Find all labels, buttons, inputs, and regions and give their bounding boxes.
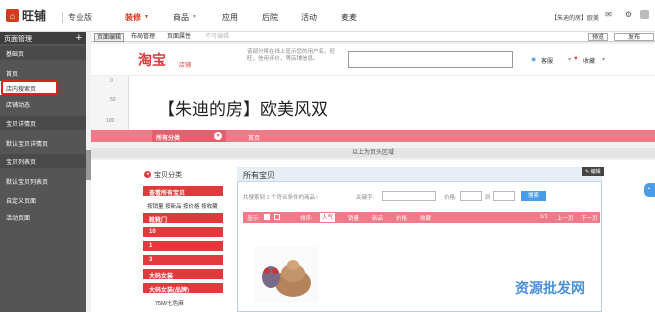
logo[interactable]: ⌂ 旺铺 bbox=[6, 7, 46, 24]
chevron-down-icon: ▼ bbox=[214, 132, 222, 140]
sidebar-item-custom[interactable]: 自定义页面 bbox=[0, 193, 86, 207]
search-input[interactable] bbox=[348, 51, 513, 68]
list-view-icon[interactable] bbox=[274, 214, 280, 220]
sidebar-group-list[interactable]: 宝贝列表页 bbox=[0, 154, 86, 168]
nav-goods[interactable]: 商品 bbox=[173, 12, 189, 23]
taobao-logo-sub: 店铺 bbox=[179, 63, 192, 69]
nav-maimai[interactable]: 麦麦 bbox=[341, 12, 357, 23]
item-list-title: 所有宝贝 bbox=[243, 171, 275, 180]
home-icon: ⌂ bbox=[6, 9, 19, 22]
heart-icon: ♥ bbox=[574, 56, 578, 62]
publish-button[interactable]: 发布 bbox=[614, 33, 654, 41]
nav-backyard[interactable]: 后院 bbox=[262, 12, 278, 23]
price-to-label: 到 bbox=[485, 195, 491, 201]
sort-new[interactable]: 新品 bbox=[372, 214, 383, 222]
category-item[interactable]: 大码女装 bbox=[143, 269, 223, 280]
header-separator: 以上为页头区域 bbox=[91, 148, 655, 158]
sidebar-item-home[interactable]: 首页 bbox=[0, 66, 86, 80]
keyword-input[interactable] bbox=[382, 191, 436, 201]
nav-activity[interactable]: 活动 bbox=[301, 12, 317, 23]
sidebar-group-base[interactable]: 基础页 bbox=[0, 46, 86, 60]
sort-sales[interactable]: 销量 bbox=[348, 214, 359, 222]
nav-home-link[interactable]: 首页 bbox=[248, 133, 260, 142]
sidebar-item-dynamics[interactable]: 店铺动态 bbox=[0, 97, 86, 111]
ruler-label: 100 bbox=[106, 118, 115, 124]
nav-apps[interactable]: 应用 bbox=[222, 12, 238, 23]
item-list-header bbox=[237, 167, 602, 182]
sidebar-group-detail[interactable]: 宝贝详情页 bbox=[0, 116, 86, 130]
category-item[interactable]: 1 bbox=[143, 241, 223, 251]
page-indicator: 1/1 bbox=[540, 214, 548, 220]
sort-popularity[interactable]: 人气 bbox=[320, 213, 336, 222]
prev-page-link[interactable]: 上一页 bbox=[557, 214, 574, 222]
watermark: 资源批发网 bbox=[515, 280, 585, 296]
tab-disabled: 不可编辑 bbox=[205, 34, 230, 40]
view-all-button[interactable]: 查看所有宝贝 bbox=[143, 186, 223, 197]
category-icon: ◂ bbox=[144, 171, 151, 178]
service-link[interactable]: 客服 bbox=[541, 56, 553, 65]
view-label: 显示: bbox=[247, 216, 260, 222]
edition-label: 专业版 bbox=[62, 12, 92, 23]
product-image[interactable] bbox=[253, 247, 319, 303]
gear-icon[interactable]: ⚙ bbox=[624, 10, 633, 19]
sort-price[interactable]: 价格 bbox=[396, 214, 407, 222]
grid-view-icon[interactable] bbox=[264, 214, 270, 220]
category-menu[interactable]: 所有分类 ▼ bbox=[152, 130, 226, 142]
chevron-down-icon: ▾ bbox=[568, 57, 572, 63]
user-name[interactable]: 【朱迪的房】欧美 bbox=[551, 13, 599, 22]
selection-highlight bbox=[1, 80, 58, 95]
category-item[interactable]: 大码女装(品牌) bbox=[143, 283, 223, 294]
sort-links[interactable]: 按销量 按新品 按价格 按收藏 bbox=[147, 202, 218, 210]
tab-page-props[interactable]: 页面属性 bbox=[165, 33, 193, 42]
price-min-input[interactable] bbox=[460, 191, 482, 201]
edit-button[interactable]: ✎ 编辑 bbox=[582, 167, 604, 176]
service-icon: ◉ bbox=[531, 57, 537, 63]
chevron-down-icon: ▾ bbox=[602, 57, 606, 63]
category-item[interactable]: 10 bbox=[143, 227, 223, 237]
sort-favorites[interactable]: 收藏 bbox=[420, 214, 431, 222]
result-count: 共搜索到 1 个符合条件的商品~ bbox=[243, 195, 319, 201]
tab-page-edit[interactable]: 页面编辑 bbox=[94, 33, 125, 42]
next-page-link[interactable]: 下一页 bbox=[581, 214, 598, 222]
chevron-down-icon: ▼ bbox=[144, 14, 149, 20]
preview-button[interactable]: 预览 bbox=[588, 33, 608, 41]
ruler-label: 50 bbox=[110, 97, 116, 103]
pencil-icon: ✎ bbox=[585, 169, 590, 175]
ruler-label: 0 bbox=[110, 78, 113, 84]
avatar[interactable] bbox=[640, 10, 649, 19]
search-button[interactable]: 搜索 bbox=[521, 191, 546, 201]
mail-icon[interactable]: ✉ bbox=[604, 10, 613, 19]
chat-icon: ◔ bbox=[646, 186, 651, 193]
sidebar-item-activity[interactable]: 活动页面 bbox=[0, 210, 86, 224]
header-hint: 该部分将在线上显示您的用户名，旺旺，信用评价，等店铺信息。 bbox=[247, 49, 336, 62]
sidebar-title: 页面管理 + bbox=[0, 32, 86, 44]
chevron-down-icon: ▼ bbox=[192, 14, 197, 20]
tab-layout[interactable]: 布局管理 bbox=[129, 33, 157, 42]
taobao-logo: 淘宝 bbox=[138, 52, 166, 68]
sidebar-item-default-list[interactable]: 默认宝贝列表页 bbox=[0, 174, 86, 188]
category-item[interactable]: 3 bbox=[143, 255, 223, 265]
price-label: 价格: bbox=[444, 195, 457, 201]
category-item[interactable]: 靴靴门 bbox=[143, 213, 223, 224]
sort-label: 排序: bbox=[300, 216, 313, 222]
sidebar-item-default-detail[interactable]: 默认宝贝详情页 bbox=[0, 136, 86, 150]
nav-decorate[interactable]: 装修 bbox=[125, 12, 141, 23]
favorite-link[interactable]: 收藏 bbox=[583, 56, 595, 65]
subcategory-link[interactable]: 75M/七色麻 bbox=[155, 299, 184, 307]
price-max-input[interactable] bbox=[493, 191, 515, 201]
product-illustration bbox=[262, 260, 311, 297]
keyword-label: 关键字: bbox=[356, 195, 375, 201]
category-title: 宝贝分类 bbox=[154, 172, 182, 179]
add-page-button[interactable]: + bbox=[76, 32, 82, 44]
shop-name: 【朱迪的房】欧美风双 bbox=[158, 100, 328, 119]
